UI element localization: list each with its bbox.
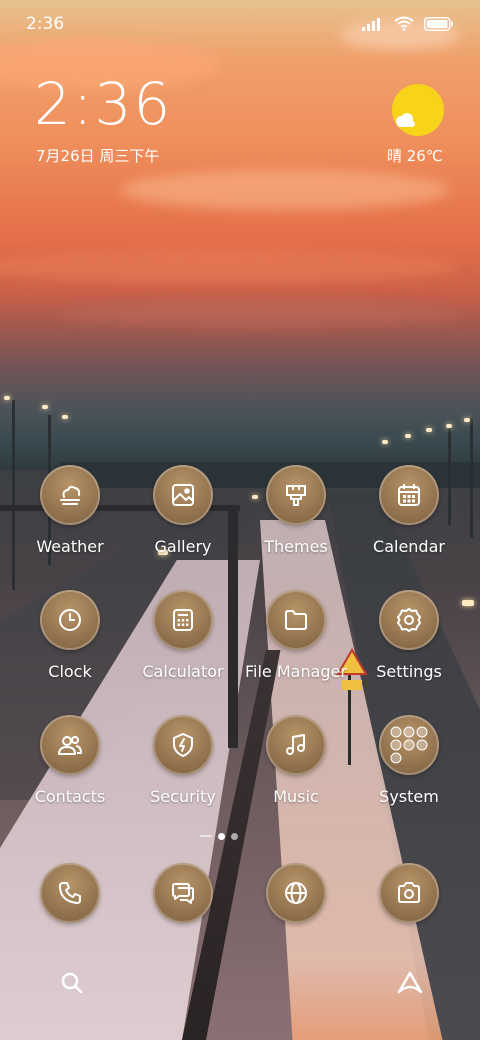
app-label: Security [150, 787, 216, 806]
folder-grid-icon [379, 715, 439, 775]
dock-browser-icon[interactable] [266, 863, 326, 923]
gear-icon [379, 590, 439, 650]
page-dot [231, 832, 238, 840]
dock-camera-icon[interactable] [379, 863, 439, 923]
contacts-icon [40, 715, 100, 775]
home-screen: 2:36 2:36 7月26日 周三下午 晴 26℃ Weather Galle… [0, 0, 480, 1040]
clock-icon [40, 590, 100, 650]
app-label: Contacts [34, 787, 106, 806]
app-label: Calendar [373, 537, 445, 556]
app-music[interactable]: Music [241, 715, 351, 825]
app-themes[interactable]: Themes [241, 465, 351, 575]
shield-icon [153, 715, 213, 775]
wifi-icon [394, 16, 414, 31]
status-bar: 2:36 [0, 0, 480, 50]
app-label: Gallery [154, 537, 212, 556]
app-system-folder[interactable]: System [354, 715, 464, 825]
calculator-icon [153, 590, 213, 650]
app-settings[interactable]: Settings [354, 590, 464, 700]
calendar-icon [379, 465, 439, 525]
assistant-icon[interactable] [396, 970, 424, 996]
page-indicator[interactable] [200, 831, 280, 841]
signal-icon [362, 17, 380, 31]
app-contacts[interactable]: Contacts [15, 715, 125, 825]
app-calendar[interactable]: Calendar [354, 465, 464, 575]
app-label: Calculator [142, 662, 224, 681]
weather-cloud-icon [396, 113, 415, 127]
page-dot-active [218, 832, 225, 840]
app-label: Themes [264, 537, 328, 556]
battery-icon [424, 16, 453, 31]
app-calculator[interactable]: Calculator [128, 590, 238, 700]
app-clock[interactable]: Clock [15, 590, 125, 700]
app-label: Music [273, 787, 319, 806]
app-weather[interactable]: Weather [15, 465, 125, 575]
app-gallery[interactable]: Gallery [128, 465, 238, 575]
gallery-icon [153, 465, 213, 525]
app-label: Weather [36, 537, 104, 556]
status-time: 2:36 [26, 14, 65, 34]
folder-icon [266, 590, 326, 650]
app-label: Settings [376, 662, 442, 681]
page-indicator-bar [200, 835, 212, 837]
music-note-icon [266, 715, 326, 775]
app-security[interactable]: Security [128, 715, 238, 825]
dock-messages-icon[interactable] [153, 863, 213, 923]
themes-icon [266, 465, 326, 525]
search-icon[interactable] [60, 971, 84, 995]
weather-icon [40, 465, 100, 525]
dock-phone-icon[interactable] [40, 863, 100, 923]
app-label: Clock [48, 662, 92, 681]
weather-text[interactable]: 晴 26℃ [387, 145, 443, 166]
clock-widget-date[interactable]: 7月26日 周三下午 [36, 145, 159, 166]
weather-sun-icon[interactable] [392, 84, 444, 136]
clock-widget-time[interactable]: 2:36 [34, 70, 172, 138]
app-label: System [379, 787, 439, 806]
app-label: File Manager [245, 662, 347, 681]
app-file-manager[interactable]: File Manager [241, 590, 351, 700]
